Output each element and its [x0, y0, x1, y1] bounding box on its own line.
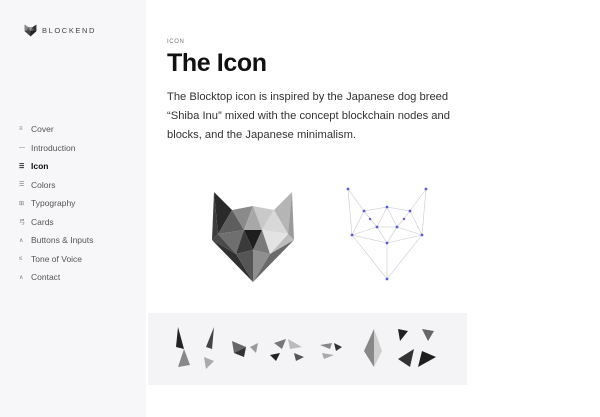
sidebar-item-cover[interactable]: ≡ Cover [19, 120, 93, 139]
sidebar-item-label: Typography [31, 198, 76, 209]
icon-fragments [176, 327, 436, 369]
cards-icon: 弓 [19, 220, 26, 227]
page-description: The Blocktop icon is inspired by the Jap… [167, 91, 450, 141]
section-eyebrow: ICON [167, 39, 185, 45]
sidebar-item-contact[interactable]: ∧ Contact [19, 268, 93, 287]
sidebar-item-colors[interactable]: ☰ Colors [19, 176, 93, 195]
sidebar-item-typography[interactable]: ⊞ Typography [19, 194, 93, 213]
sidebar-item-label: Cover [31, 124, 54, 135]
sidebar-item-tone-of-voice[interactable]: ≤ Tone of Voice [19, 250, 93, 269]
sidebar-item-icon[interactable]: ☰ Icon [19, 157, 93, 176]
shiba-icon-illustration [212, 192, 294, 282]
sidebar-item-label: Contact [31, 272, 61, 283]
sidebar-item-buttons-inputs[interactable]: ∧ Buttons & Inputs [19, 231, 93, 250]
sidebar-item-label: Tone of Voice [31, 253, 83, 264]
sidebar-item-introduction[interactable]: — Introduction [19, 139, 93, 158]
buttons-icon: ∧ [19, 237, 24, 244]
sidebar-item-label: Cards [31, 216, 54, 227]
typography-icon: ⊞ [19, 200, 25, 207]
contact-icon: ∧ [19, 274, 24, 281]
sidebar-item-label: Buttons & Inputs [31, 235, 94, 246]
sidebar-item-cards[interactable]: 弓 Cards [19, 213, 93, 232]
sidebar-item-label: Icon [31, 161, 49, 172]
icon-parts-panel [148, 313, 467, 385]
page-title: The Icon [167, 49, 267, 77]
cat-head-logo-icon [24, 24, 37, 37]
brand-name: BLOCKEND [42, 26, 97, 35]
sidebar: BLOCKEND ≡ Cover — Introduction ☰ Icon ☰ Col… [0, 0, 146, 417]
sidebar-nav: ≡ Cover — Introduction ☰ Icon ☰ Colors ⊞ Typo… [19, 120, 93, 287]
node-network-illustration [346, 187, 428, 281]
sidebar-item-label: Introduction [31, 142, 76, 153]
brand[interactable]: BLOCKEND [24, 24, 96, 37]
cover-icon: ≡ [19, 126, 23, 133]
dash-icon: — [19, 144, 25, 151]
icon-icon: ☰ [19, 163, 25, 170]
colors-icon: ☰ [19, 182, 25, 189]
tone-icon: ≤ [19, 255, 23, 262]
sidebar-item-label: Colors [31, 179, 56, 190]
